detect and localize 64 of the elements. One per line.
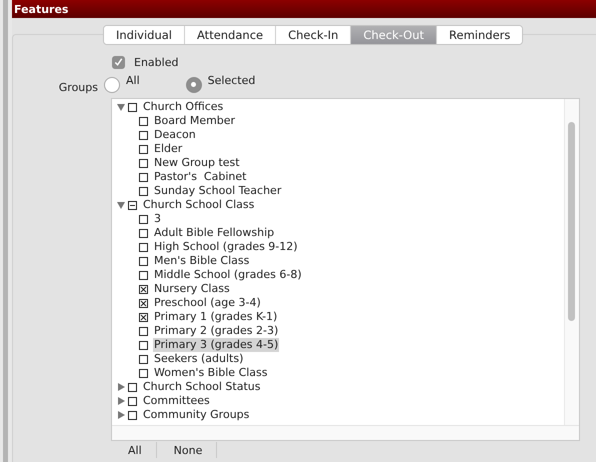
tree-item[interactable]: Primary 1 (grades K-1) (153, 310, 278, 324)
expand-triangle-icon[interactable] (117, 411, 125, 419)
tree-item[interactable]: Committees (142, 394, 211, 408)
checkbox-icon[interactable] (139, 130, 148, 140)
tree-item[interactable]: Church School Status (142, 380, 262, 394)
header-title: Features (14, 2, 68, 16)
checkbox-icon[interactable] (139, 186, 148, 196)
tree-item[interactable]: Primary 3 (grades 4-5) (153, 338, 280, 352)
tree-item[interactable]: Seekers (adults) (153, 352, 244, 366)
tree-item[interactable]: Preschool (age 3-4) (153, 296, 262, 310)
checked-box-icon[interactable] (139, 284, 148, 294)
checkbox-icon[interactable] (139, 116, 148, 126)
checkbox-icon[interactable] (139, 270, 148, 280)
checkbox[interactable] (112, 56, 125, 68)
tree-item[interactable]: Women's Bible Class (153, 366, 269, 380)
tree-item[interactable]: Church School Class (142, 198, 256, 212)
tree-item[interactable]: High School (grades 9-12) (153, 240, 299, 254)
tree-item[interactable]: Deacon (153, 128, 197, 142)
checkbox-icon[interactable] (139, 326, 148, 336)
tree-item[interactable]: 3 (153, 212, 162, 226)
collapse-triangle-icon[interactable] (117, 201, 125, 209)
radio-label: All (126, 74, 140, 86)
partial-box-icon[interactable] (128, 200, 137, 210)
checkbox-label: Enabled (134, 56, 178, 68)
checkbox-icon[interactable] (139, 368, 148, 378)
radio-label: Selected (208, 74, 256, 86)
checkbox-icon[interactable] (128, 396, 137, 406)
tree-item[interactable]: Elder (153, 142, 184, 156)
checkbox-icon[interactable] (128, 410, 137, 420)
radio-button[interactable] (104, 76, 120, 92)
tab[interactable]: Individual (104, 26, 186, 44)
tree-item[interactable]: Board Member (153, 114, 236, 128)
tree-item[interactable]: Nursery Class (153, 282, 231, 296)
collapse-triangle-icon[interactable] (117, 103, 125, 111)
checkbox-icon[interactable] (128, 382, 137, 392)
checkbox-icon[interactable] (139, 158, 148, 168)
tree-item[interactable]: Men's Bible Class (153, 254, 250, 268)
checkbox-icon[interactable] (128, 102, 137, 112)
expand-triangle-icon[interactable] (117, 397, 125, 405)
select-button[interactable]: All (111, 442, 157, 458)
tree-item[interactable]: Church Offices (142, 100, 224, 114)
tree-item[interactable]: Pastor's Cabinet (153, 170, 248, 184)
tree-item[interactable]: Middle School (grades 6-8) (153, 268, 303, 282)
tree-item[interactable]: Primary 2 (grades 2-3) (153, 324, 280, 338)
select-button[interactable]: None (156, 442, 218, 458)
checkbox-icon[interactable] (139, 340, 148, 350)
checkbox-icon[interactable] (139, 172, 148, 182)
tree-item[interactable]: Adult Bible Fellowship (153, 226, 276, 240)
checkbox-icon[interactable] (139, 256, 148, 266)
checked-box-icon[interactable] (139, 298, 148, 308)
checked-box-icon[interactable] (139, 312, 148, 322)
checkbox-icon[interactable] (139, 214, 148, 224)
checkbox-icon[interactable] (139, 144, 148, 154)
vertical-scrollbar[interactable] (564, 99, 579, 425)
checkbox-icon[interactable] (139, 242, 148, 252)
tree-item[interactable]: Community Groups (142, 408, 250, 422)
tree-item[interactable]: Sunday School Teacher (153, 184, 282, 198)
radio-button[interactable] (186, 76, 202, 92)
tree-item[interactable]: New Group test (153, 156, 241, 170)
horizontal-scrollbar[interactable] (112, 425, 579, 440)
groups-label: Groups (58, 80, 99, 94)
checkbox-icon[interactable] (139, 354, 148, 364)
checkbox-icon[interactable] (139, 228, 148, 238)
expand-triangle-icon[interactable] (117, 383, 125, 391)
